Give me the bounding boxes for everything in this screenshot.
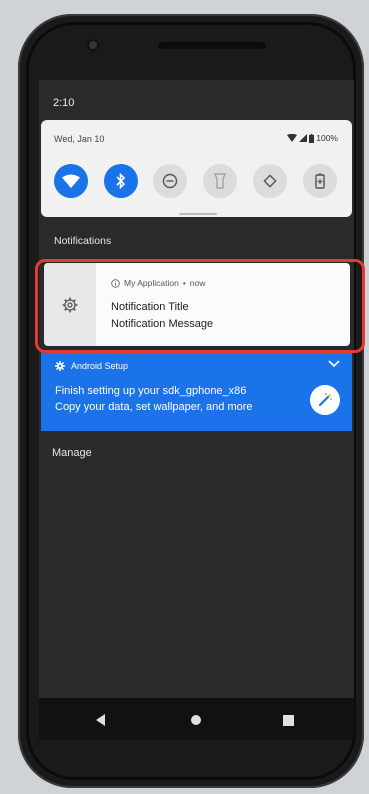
auto-rotate-tile[interactable] xyxy=(253,164,287,198)
settings-icon xyxy=(55,361,65,371)
bluetooth-tile[interactable] xyxy=(104,164,138,198)
dnd-tile[interactable] xyxy=(153,164,187,198)
wifi-signal-icon xyxy=(287,134,298,142)
battery-icon xyxy=(309,133,315,143)
battery-saver-tile[interactable] xyxy=(303,164,337,198)
battery-saver-icon xyxy=(315,173,325,189)
cell-signal-icon xyxy=(299,134,308,142)
bluetooth-icon xyxy=(116,173,126,189)
notifications-header: Notifications xyxy=(54,235,112,247)
flashlight-tile[interactable] xyxy=(203,164,237,198)
chevron-down-icon[interactable] xyxy=(328,360,340,368)
wifi-tile[interactable] xyxy=(54,164,88,198)
notification-shade: 2:10 Wed, Jan 10 100% Notifications My A… xyxy=(39,80,354,698)
manage-button[interactable]: Manage xyxy=(52,447,92,459)
earpiece-speaker xyxy=(158,42,266,49)
qs-drag-handle[interactable] xyxy=(179,213,217,215)
magic-wand-icon xyxy=(318,393,332,407)
wifi-icon xyxy=(62,174,80,188)
highlight-box xyxy=(35,259,365,353)
back-icon xyxy=(96,714,105,726)
navigation-bar xyxy=(39,698,354,740)
setup-action-button[interactable] xyxy=(310,385,340,415)
auto-rotate-icon xyxy=(263,174,277,188)
setup-text: Copy your data, set wallpaper, and more xyxy=(55,401,253,413)
quick-settings-panel[interactable]: Wed, Jan 10 100% xyxy=(41,120,352,217)
setup-app-name: Android Setup xyxy=(71,361,129,371)
back-button[interactable] xyxy=(92,711,110,729)
qs-date: Wed, Jan 10 xyxy=(54,134,105,144)
android-setup-notification[interactable]: Android Setup Finish setting up your sdk… xyxy=(41,352,352,431)
qs-status-icons: 100% xyxy=(287,133,338,143)
do-not-disturb-icon xyxy=(162,173,178,189)
setup-header: Android Setup xyxy=(55,361,128,371)
status-time: 2:10 xyxy=(53,97,75,109)
home-button[interactable] xyxy=(187,711,205,729)
recents-button[interactable] xyxy=(279,711,297,729)
recents-icon xyxy=(282,714,294,726)
flashlight-icon xyxy=(214,173,226,189)
home-icon xyxy=(191,715,201,725)
battery-percent: 100% xyxy=(316,133,338,143)
front-camera xyxy=(89,41,97,49)
setup-title: Finish setting up your sdk_gphone_x86 xyxy=(55,385,247,397)
